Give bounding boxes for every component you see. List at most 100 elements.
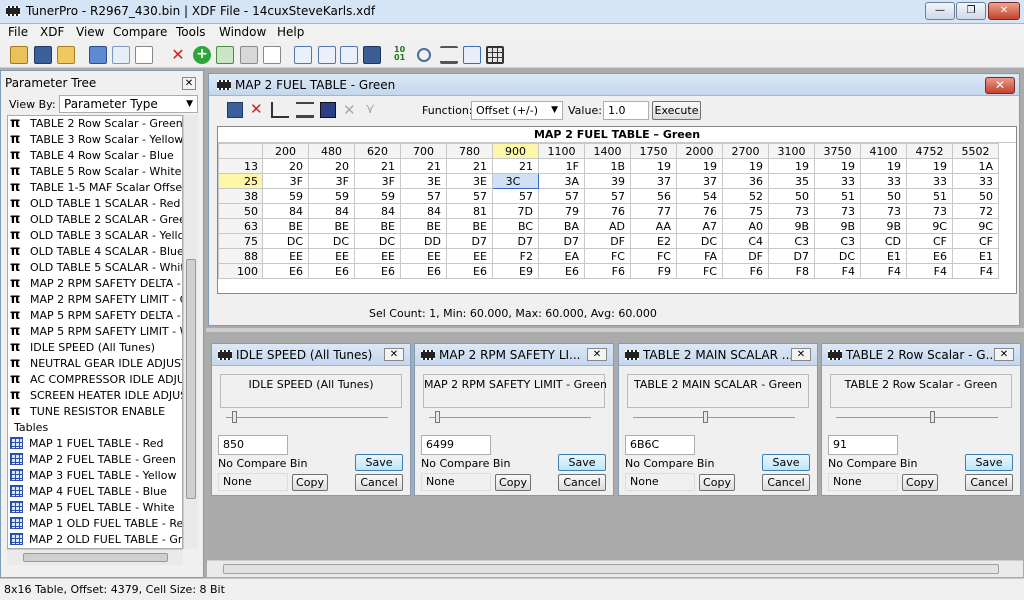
function-select[interactable]: Offset (+/-) ▼ — [471, 101, 563, 120]
table-cell[interactable]: 1B — [584, 158, 631, 174]
table-cell[interactable]: 39 — [584, 173, 631, 189]
mdi-horizontal-scrollbar[interactable] — [207, 560, 1023, 577]
tree-item-scalar[interactable]: π OLD TABLE 4 SCALAR - Blue — [8, 244, 182, 260]
column-header[interactable]: 4100 — [860, 143, 907, 159]
table-cell[interactable]: 21 — [400, 158, 447, 174]
copy-icon[interactable] — [216, 46, 234, 64]
column-header[interactable]: 1400 — [584, 143, 631, 159]
table-cell[interactable]: DD — [400, 233, 447, 249]
table-cell[interactable]: DF — [584, 233, 631, 249]
table-cell[interactable]: 57 — [446, 188, 493, 204]
table-cell[interactable]: F2 — [492, 248, 539, 264]
save-button[interactable]: Save — [558, 454, 606, 471]
table-cell[interactable]: BA — [538, 218, 585, 234]
table-cell[interactable]: 3A — [538, 173, 585, 189]
table-cell[interactable]: D7 — [492, 233, 539, 249]
save-icon[interactable] — [34, 46, 52, 64]
value-window-close-button[interactable]: ✕ — [994, 348, 1014, 361]
table-cell[interactable]: 33 — [952, 173, 999, 189]
tree-item-scalar[interactable]: π MAP 5 RPM SAFETY LIMIT - Wh — [8, 324, 182, 340]
table-cell[interactable]: E9 — [492, 263, 539, 279]
tree-item-scalar[interactable]: π AC COMPRESSOR IDLE ADJUST — [8, 372, 182, 388]
column-header[interactable]: 1750 — [630, 143, 677, 159]
save-button[interactable]: Save — [965, 454, 1013, 471]
execute-button[interactable]: Execute — [652, 101, 701, 120]
page-icon[interactable] — [263, 46, 281, 64]
table-cell[interactable]: 79 — [538, 203, 585, 219]
column-header[interactable]: 3750 — [814, 143, 861, 159]
row-header[interactable]: 88 — [218, 248, 263, 264]
table-cell[interactable]: F4 — [952, 263, 999, 279]
table-cell[interactable]: 59 — [354, 188, 401, 204]
table-cell[interactable]: 84 — [262, 203, 309, 219]
tree-item-scalar[interactable]: π SCREEN HEATER IDLE ADJUSTI — [8, 388, 182, 404]
table-cell[interactable]: 9B — [814, 218, 861, 234]
delete-icon[interactable]: ✕ — [169, 46, 187, 64]
slider-track[interactable] — [429, 417, 591, 418]
table-cell[interactable]: EE — [446, 248, 493, 264]
column-header[interactable]: 200 — [262, 143, 309, 159]
scale-icon[interactable] — [296, 102, 314, 118]
row-header[interactable]: 100 — [218, 263, 263, 279]
table-cell[interactable]: CD — [860, 233, 907, 249]
value-window-close-button[interactable]: ✕ — [384, 348, 404, 361]
tree-item-scalar[interactable]: π TABLE 1-5 MAF Scalar Offset — [8, 180, 182, 196]
tree-item-table[interactable]: MAP 2 FUEL TABLE - Green — [8, 452, 182, 468]
table-cell[interactable]: EE — [308, 248, 355, 264]
slider-thumb[interactable] — [930, 411, 935, 423]
parameter-tree-close-button[interactable]: ✕ — [182, 77, 196, 90]
table-cell[interactable]: DC — [676, 233, 723, 249]
table-cell[interactable]: 3E — [400, 173, 447, 189]
column-header[interactable]: 5502 — [952, 143, 999, 159]
table-cell[interactable]: BE — [446, 218, 493, 234]
table-cell[interactable]: D7 — [446, 233, 493, 249]
menu-compare[interactable]: Compare — [111, 25, 169, 39]
cancel-button[interactable]: Cancel — [762, 474, 810, 491]
graph-icon[interactable] — [271, 102, 289, 118]
table-cell[interactable]: E2 — [630, 233, 677, 249]
column-header[interactable]: 620 — [354, 143, 401, 159]
table-cell[interactable]: 59 — [262, 188, 309, 204]
cancel-button[interactable]: Cancel — [965, 474, 1013, 491]
layout2-icon[interactable] — [318, 46, 336, 64]
copy-button[interactable]: Copy — [292, 474, 328, 491]
table-cell[interactable]: DF — [722, 248, 769, 264]
save-icon[interactable] — [227, 102, 243, 118]
table-cell[interactable]: C4 — [722, 233, 769, 249]
table-cell[interactable]: 35 — [768, 173, 815, 189]
menu-xdf[interactable]: XDF — [38, 25, 66, 39]
tree-item-scalar[interactable]: π TUNE RESISTOR ENABLE — [8, 404, 182, 420]
table-cell[interactable]: 20 — [262, 158, 309, 174]
scale-icon[interactable] — [440, 46, 458, 64]
table-cell[interactable]: F6 — [584, 263, 631, 279]
table-cell[interactable]: CF — [906, 233, 953, 249]
slider-thumb[interactable] — [703, 411, 708, 423]
tree-item-table[interactable]: MAP 1 OLD FUEL TABLE - Red — [8, 516, 182, 532]
table-cell[interactable]: 9B — [768, 218, 815, 234]
window-icon[interactable] — [340, 46, 358, 64]
tree-vertical-scrollbar[interactable] — [183, 115, 198, 549]
delete-icon[interactable]: ✕ — [250, 100, 263, 118]
compass-icon[interactable] — [320, 102, 336, 118]
table-cell[interactable]: BE — [262, 218, 309, 234]
table-cell[interactable]: 57 — [492, 188, 539, 204]
minimize-button[interactable]: — — [925, 2, 955, 20]
table-cell[interactable]: 21 — [492, 158, 539, 174]
tree-item-scalar[interactable]: π MAP 5 RPM SAFETY DELTA - W — [8, 308, 182, 324]
value-window-close-button[interactable]: ✕ — [587, 348, 607, 361]
compare-icon[interactable] — [112, 46, 130, 64]
table-cell[interactable]: AD — [584, 218, 631, 234]
cancel-button[interactable]: Cancel — [355, 474, 403, 491]
table-cell[interactable]: C3 — [814, 233, 861, 249]
table-cell[interactable]: 84 — [354, 203, 401, 219]
table-cell[interactable]: 37 — [630, 173, 677, 189]
table-cell[interactable]: 19 — [860, 158, 907, 174]
table-cell[interactable]: 3F — [308, 173, 355, 189]
fuel-window-close-button[interactable]: ✕ — [985, 77, 1015, 94]
scroll-thumb[interactable] — [223, 564, 999, 574]
menu-file[interactable]: File — [6, 25, 30, 39]
value-input[interactable]: 1.0 — [603, 101, 649, 120]
row-header[interactable]: 38 — [218, 188, 263, 204]
slider-track[interactable] — [226, 417, 388, 418]
table-cell[interactable]: EE — [262, 248, 309, 264]
